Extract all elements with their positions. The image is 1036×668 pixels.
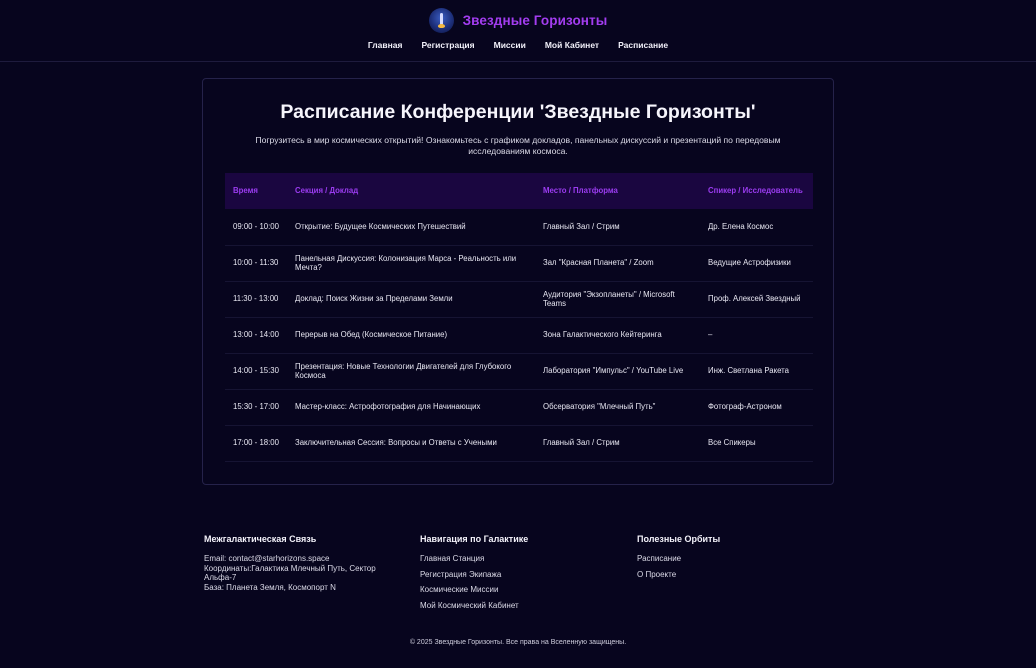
speaker-cell: Инж. Светлана Ракета [700,353,813,390]
table-row: 11:30 - 13:00 Доклад: Поиск Жизни за Пред… [225,281,813,318]
place-cell: Обсерватория "Млечный Путь" [535,389,700,426]
table-row: 15:30 - 17:00 Мастер-класс: Астрофотограф… [225,389,813,426]
footer-navigation: Навигация по Галактике Главная Станция Р… [420,534,620,616]
column-header-place: Место / Платформа [543,186,618,195]
table-row: 13:00 - 14:00 Перерыв на Обед (Космическо… [225,317,813,354]
table-row: 17:00 - 18:00 Заключительная Сессия: Вопр… [225,425,813,462]
session-cell: Мастер-класс: Астрофотография для Начина… [287,389,535,426]
session-cell: Доклад: Поиск Жизни за Пределами Земли [287,281,535,318]
table-row: 09:00 - 10:00 Открытие: Будущее Космическ… [225,209,813,246]
footer-link-schedule[interactable]: Расписание [637,554,837,564]
footer-link-space-missions[interactable]: Космические Миссии [420,585,620,595]
table-row: 10:00 - 11:30 Панельная Дискуссия: Колони… [225,245,813,282]
footer-contact-title: Межгалактическая Связь [204,534,317,544]
nav-link-cabinet[interactable]: Мой Кабинет [545,40,599,50]
footer-coordinates: Координаты:Галактика Млечный Путь, Секто… [204,563,376,583]
time-cell: 11:30 - 13:00 [225,281,287,318]
session-cell: Перерыв на Обед (Космическое Питание) [287,317,535,354]
brand[interactable]: Звездные Горизонты [0,8,1036,33]
place-cell: Лаборатория "Импульс" / YouTube Live [535,353,700,390]
footer-navigation-title: Навигация по Галактике [420,534,529,544]
time-cell: 17:00 - 18:00 [225,425,287,462]
place-cell: Зона Галактического Кейтеринга [535,317,700,354]
site-header: Звездные Горизонты Главная Регистрация М… [0,0,1036,62]
nav-link-schedule[interactable]: Расписание [618,40,668,50]
nav-link-home[interactable]: Главная [368,40,403,50]
time-cell: 14:00 - 15:30 [225,353,287,390]
session-cell: Заключительная Сессия: Вопросы и Ответы … [287,425,535,462]
footer-link-home-station[interactable]: Главная Станция [420,554,620,564]
schedule-card: Расписание Конференции 'Звездные Горизон… [202,78,834,485]
column-header-time: Время [233,186,258,195]
copyright: © 2025 Звездные Горизонты. Все права на … [409,639,627,646]
footer-link-space-cabinet[interactable]: Мой Космический Кабинет [420,601,620,611]
table-row: 14:00 - 15:30 Презентация: Новые Технолог… [225,353,813,390]
nav-link-registration[interactable]: Регистрация [421,40,474,50]
schedule-table: Время Секция / Доклад Место / Платформа … [225,173,813,462]
page-title: Расписание Конференции 'Звездные Горизон… [280,101,756,123]
nav-link-missions[interactable]: Миссии [494,40,526,50]
time-cell: 09:00 - 10:00 [225,209,287,246]
footer-useful: Полезные Орбиты Расписание О Проекте [637,534,837,585]
place-cell: Главный Зал / Стрим [535,209,700,246]
footer-email: Email: contact@starhorizons.space [204,554,330,563]
footer-base: База: Планета Земля, Космопорт N [204,582,336,592]
place-cell: Главный Зал / Стрим [535,425,700,462]
schedule-table-body: 09:00 - 10:00 Открытие: Будущее Космическ… [225,209,813,462]
place-cell: Аудитория "Экзопланеты" / Microsoft Team… [535,281,700,318]
speaker-cell: – [700,317,813,354]
speaker-cell: Все Спикеры [700,425,813,462]
brand-title: Звездные Горизонты [462,13,608,28]
table-header-row: Время Секция / Доклад Место / Платформа … [225,173,813,209]
footer-link-about[interactable]: О Проекте [637,570,837,580]
rocket-logo-icon [428,8,454,33]
main-nav: Главная Регистрация Миссии Мой Кабинет Р… [0,40,1036,50]
session-cell: Панельная Дискуссия: Колонизация Марса -… [287,245,535,282]
footer-link-crew-registration[interactable]: Регистрация Экипажа [420,570,620,580]
speaker-cell: Фотограф-Астроном [700,389,813,426]
intro-text: Погрузитесь в мир космических открытий! … [255,135,781,156]
time-cell: 15:30 - 17:00 [225,389,287,426]
speaker-cell: Др. Елена Космос [700,209,813,246]
session-cell: Открытие: Будущее Космических Путешестви… [287,209,535,246]
column-header-session: Секция / Доклад [295,186,359,195]
speaker-cell: Ведущие Астрофизики [700,245,813,282]
speaker-cell: Проф. Алексей Звездный [700,281,813,318]
time-cell: 10:00 - 11:30 [225,245,287,282]
place-cell: Зал "Красная Планета" / Zoom [535,245,700,282]
footer-useful-title: Полезные Орбиты [637,534,721,544]
column-header-speaker: Спикер / Исследователь [708,186,803,195]
time-cell: 13:00 - 14:00 [225,317,287,354]
footer-contact: Межгалактическая Связь Email: contact@st… [204,534,404,592]
session-cell: Презентация: Новые Технологии Двигателей… [287,353,535,390]
